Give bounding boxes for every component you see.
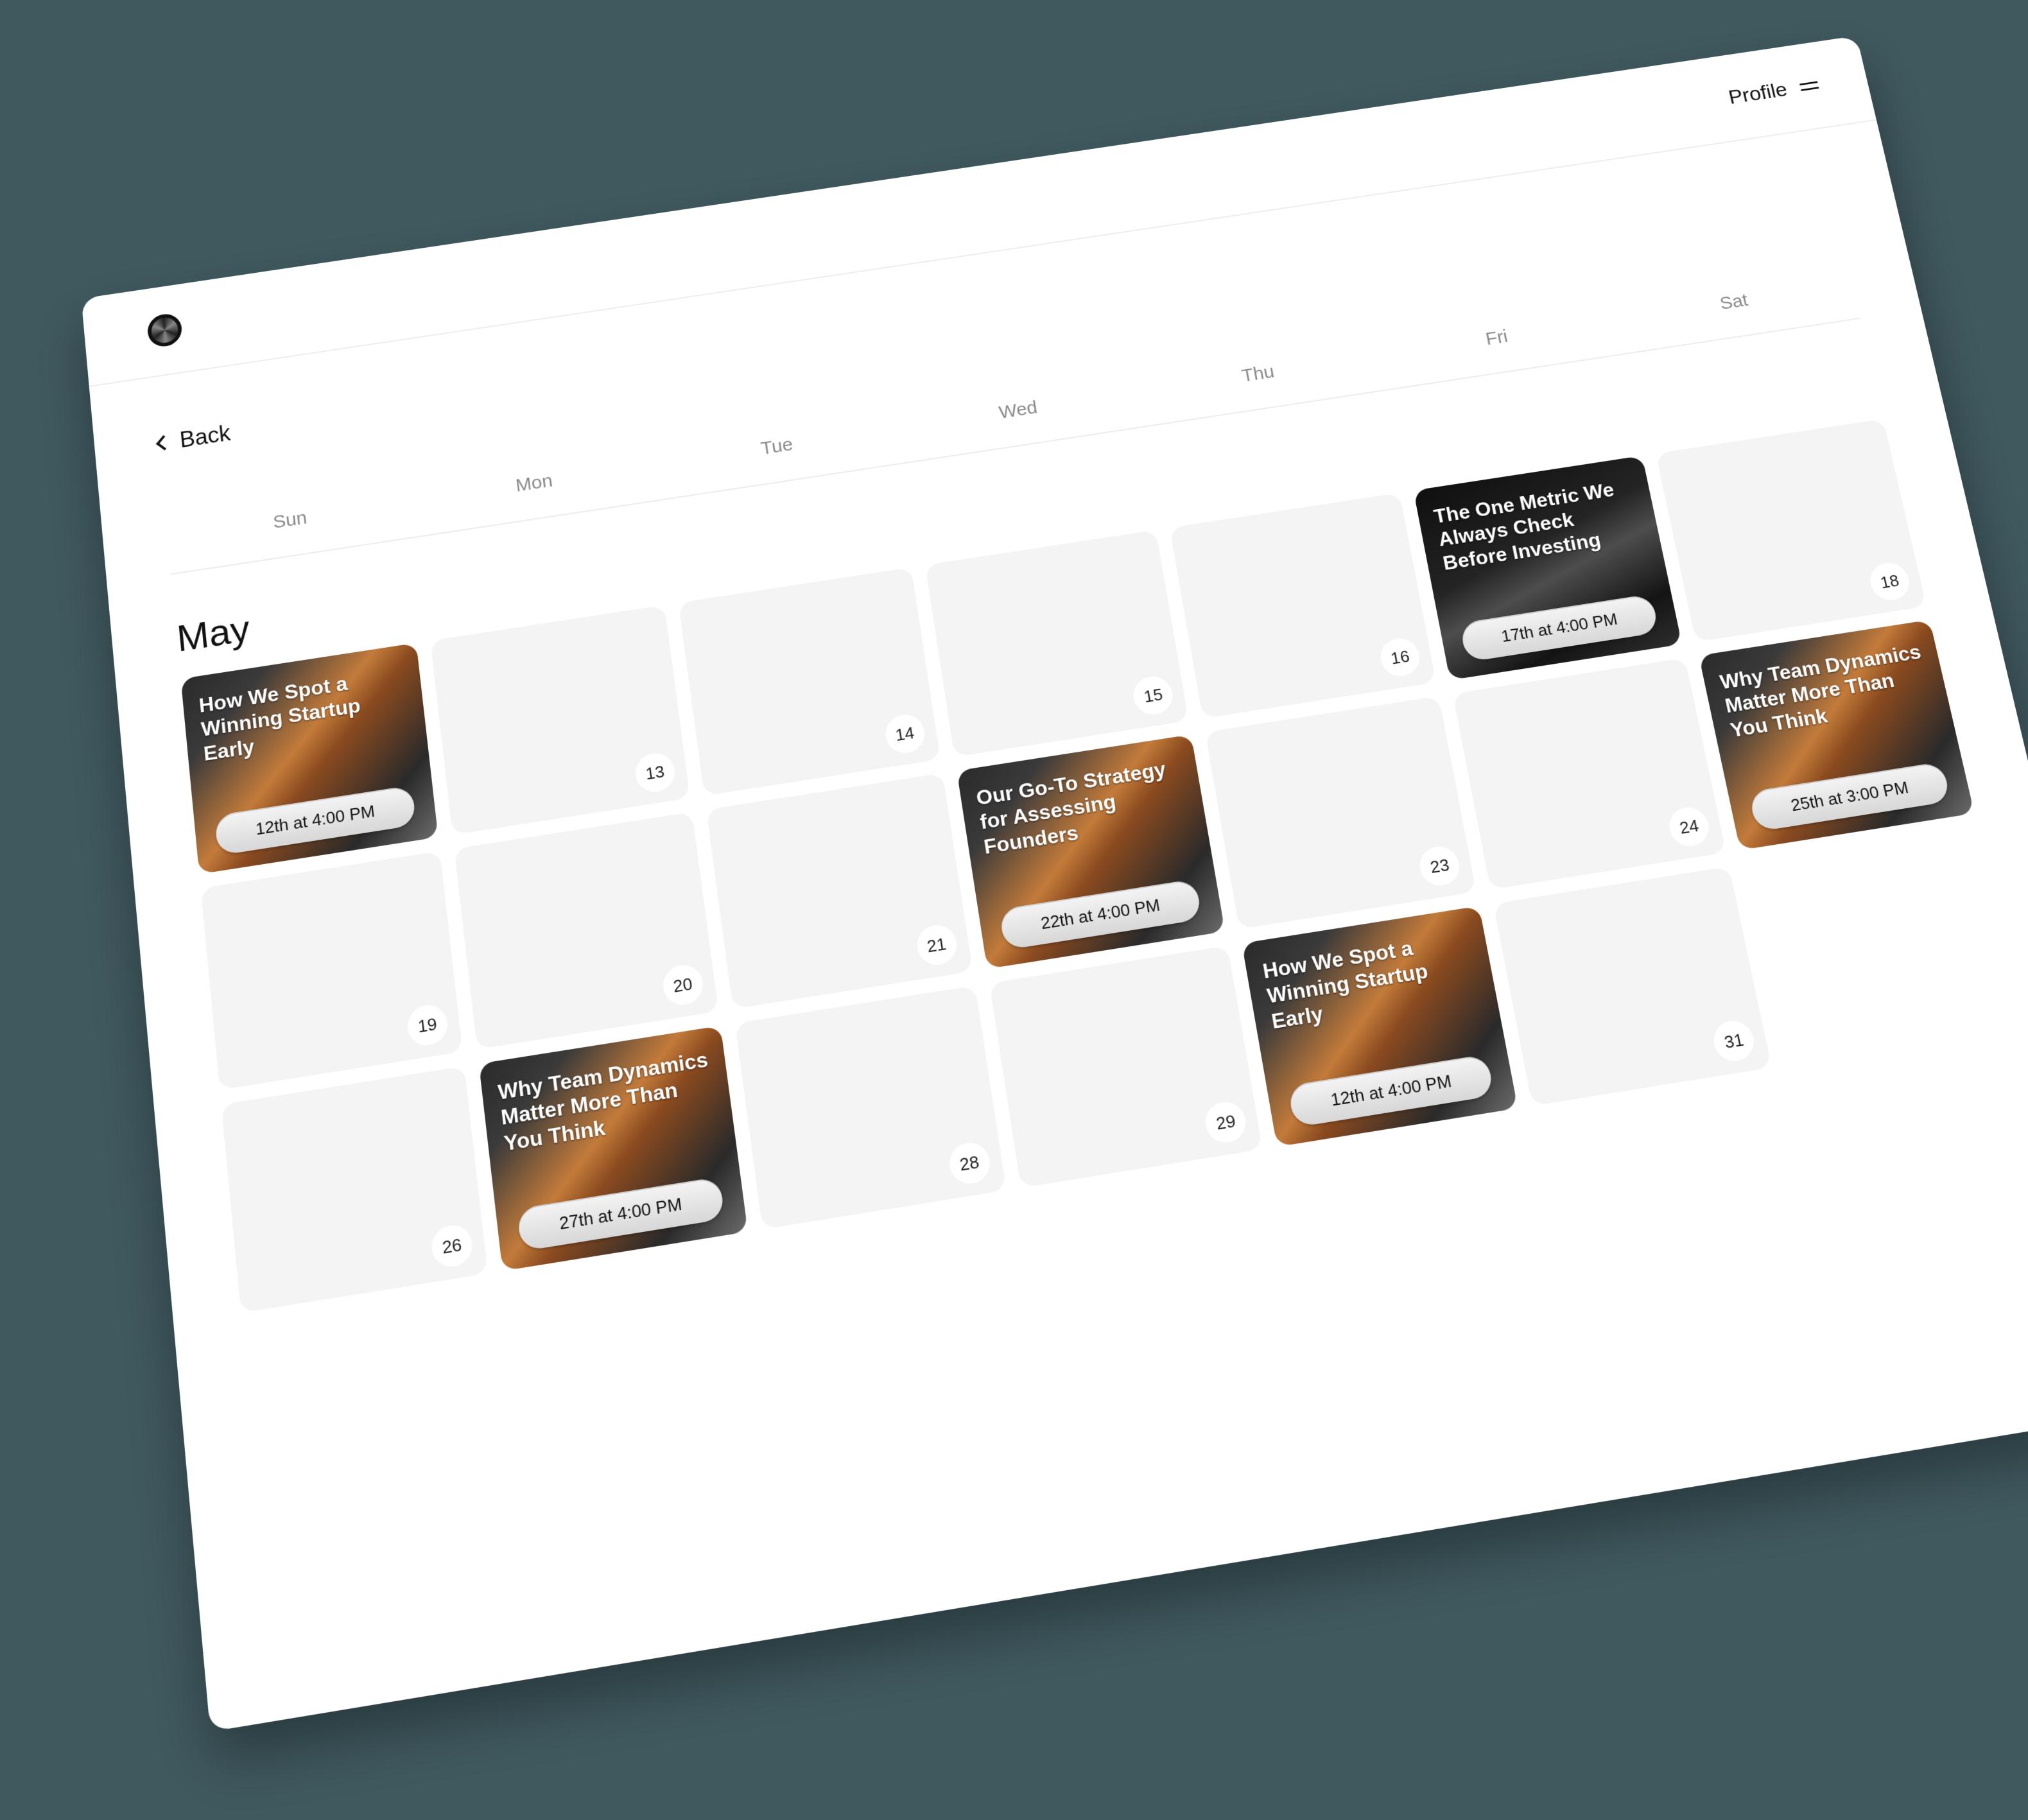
calendar-cell[interactable]: 16: [1170, 492, 1436, 718]
event-title: Our Go-To Strategy for Assessing Founder…: [975, 754, 1192, 859]
weekday-label: Tue: [654, 419, 899, 476]
day-number: 21: [914, 923, 959, 967]
profile-label: Profile: [1726, 78, 1789, 109]
day-number: 18: [1867, 560, 1913, 603]
calendar-event-card[interactable]: Why Team Dynamics Matter More Than You T…: [1699, 620, 1974, 850]
calendar-cell[interactable]: 18: [1656, 419, 1927, 642]
calendar-cell[interactable]: 21: [706, 773, 973, 1009]
day-number: 31: [1710, 1018, 1758, 1064]
day-number: 15: [1131, 674, 1175, 717]
event-title: Why Team Dynamics Matter More Than You T…: [497, 1046, 717, 1156]
calendar-cell[interactable]: 20: [454, 812, 718, 1050]
event-title: How We Spot a Winning Startup Early: [198, 663, 411, 766]
day-number: 28: [947, 1140, 992, 1186]
weekday-label: Wed: [896, 382, 1140, 438]
calendar-event-card[interactable]: Our Go-To Strategy for Assessing Founder…: [957, 734, 1226, 969]
day-number: 14: [883, 712, 927, 756]
day-number: 24: [1666, 804, 1712, 849]
day-number: 20: [661, 962, 705, 1007]
weekday-label: Mon: [411, 455, 657, 512]
calendar-cell[interactable]: 23: [1206, 696, 1477, 929]
weekday-label: Thu: [1136, 346, 1379, 403]
day-number: 16: [1378, 636, 1423, 679]
calendar-cell[interactable]: 29: [989, 946, 1263, 1188]
event-time-pill: 22th at 4:00 PM: [998, 879, 1202, 951]
profile-button[interactable]: Profile: [1726, 73, 1821, 108]
event-title: The One Metric We Always Check Before In…: [1432, 474, 1645, 575]
logo-icon[interactable]: [146, 312, 183, 349]
event-time-pill: 27th at 4:00 PM: [516, 1177, 725, 1252]
day-number: 26: [429, 1222, 474, 1269]
back-label: Back: [178, 420, 232, 453]
calendar-cell[interactable]: 13: [430, 605, 690, 835]
day-number: 29: [1202, 1099, 1249, 1145]
day-number: 19: [406, 1003, 449, 1048]
calendar-cell[interactable]: 28: [734, 985, 1006, 1229]
event-title: Why Team Dynamics Matter More Than You T…: [1718, 639, 1935, 742]
calendar-event-card[interactable]: The One Metric We Always Check Before In…: [1414, 456, 1682, 680]
event-time-pill: 17th at 4:00 PM: [1459, 594, 1660, 663]
calendar-cell[interactable]: 19: [200, 851, 462, 1090]
weekday-label: Fri: [1376, 310, 1618, 366]
weekday-label: Sun: [166, 492, 413, 550]
event-title: How We Spot a Winning Startup Early: [1261, 926, 1482, 1034]
menu-icon: [1799, 81, 1819, 91]
calendar-grid: How We Spot a Winning Startup Early 12th …: [180, 419, 2024, 1313]
event-time-pill: 12th at 4:00 PM: [214, 785, 417, 856]
calendar-cell[interactable]: 26: [221, 1066, 488, 1313]
event-time-pill: 12th at 4:00 PM: [1288, 1054, 1495, 1128]
calendar-event-card[interactable]: How We Spot a Winning Startup Early 12th …: [1242, 906, 1518, 1147]
calendar-cell[interactable]: 24: [1453, 658, 1726, 890]
event-time-pill: 25th at 3:00 PM: [1748, 761, 1951, 832]
chevron-left-icon: [156, 435, 172, 451]
calendar-event-card[interactable]: Why Team Dynamics Matter More Than You T…: [479, 1026, 748, 1271]
calendar-event-card[interactable]: How We Spot a Winning Startup Early 12th …: [180, 643, 438, 874]
calendar-cell[interactable]: 15: [924, 530, 1189, 757]
weekday-label: Sat: [1613, 274, 1854, 330]
app-window: Profile Back SunMonTueWedThuFriSat May H…: [81, 36, 2028, 1732]
calendar-cell[interactable]: 14: [678, 568, 940, 796]
calendar-cell[interactable]: 31: [1493, 867, 1772, 1106]
day-number: 13: [633, 750, 677, 794]
day-number: 23: [1417, 844, 1462, 888]
